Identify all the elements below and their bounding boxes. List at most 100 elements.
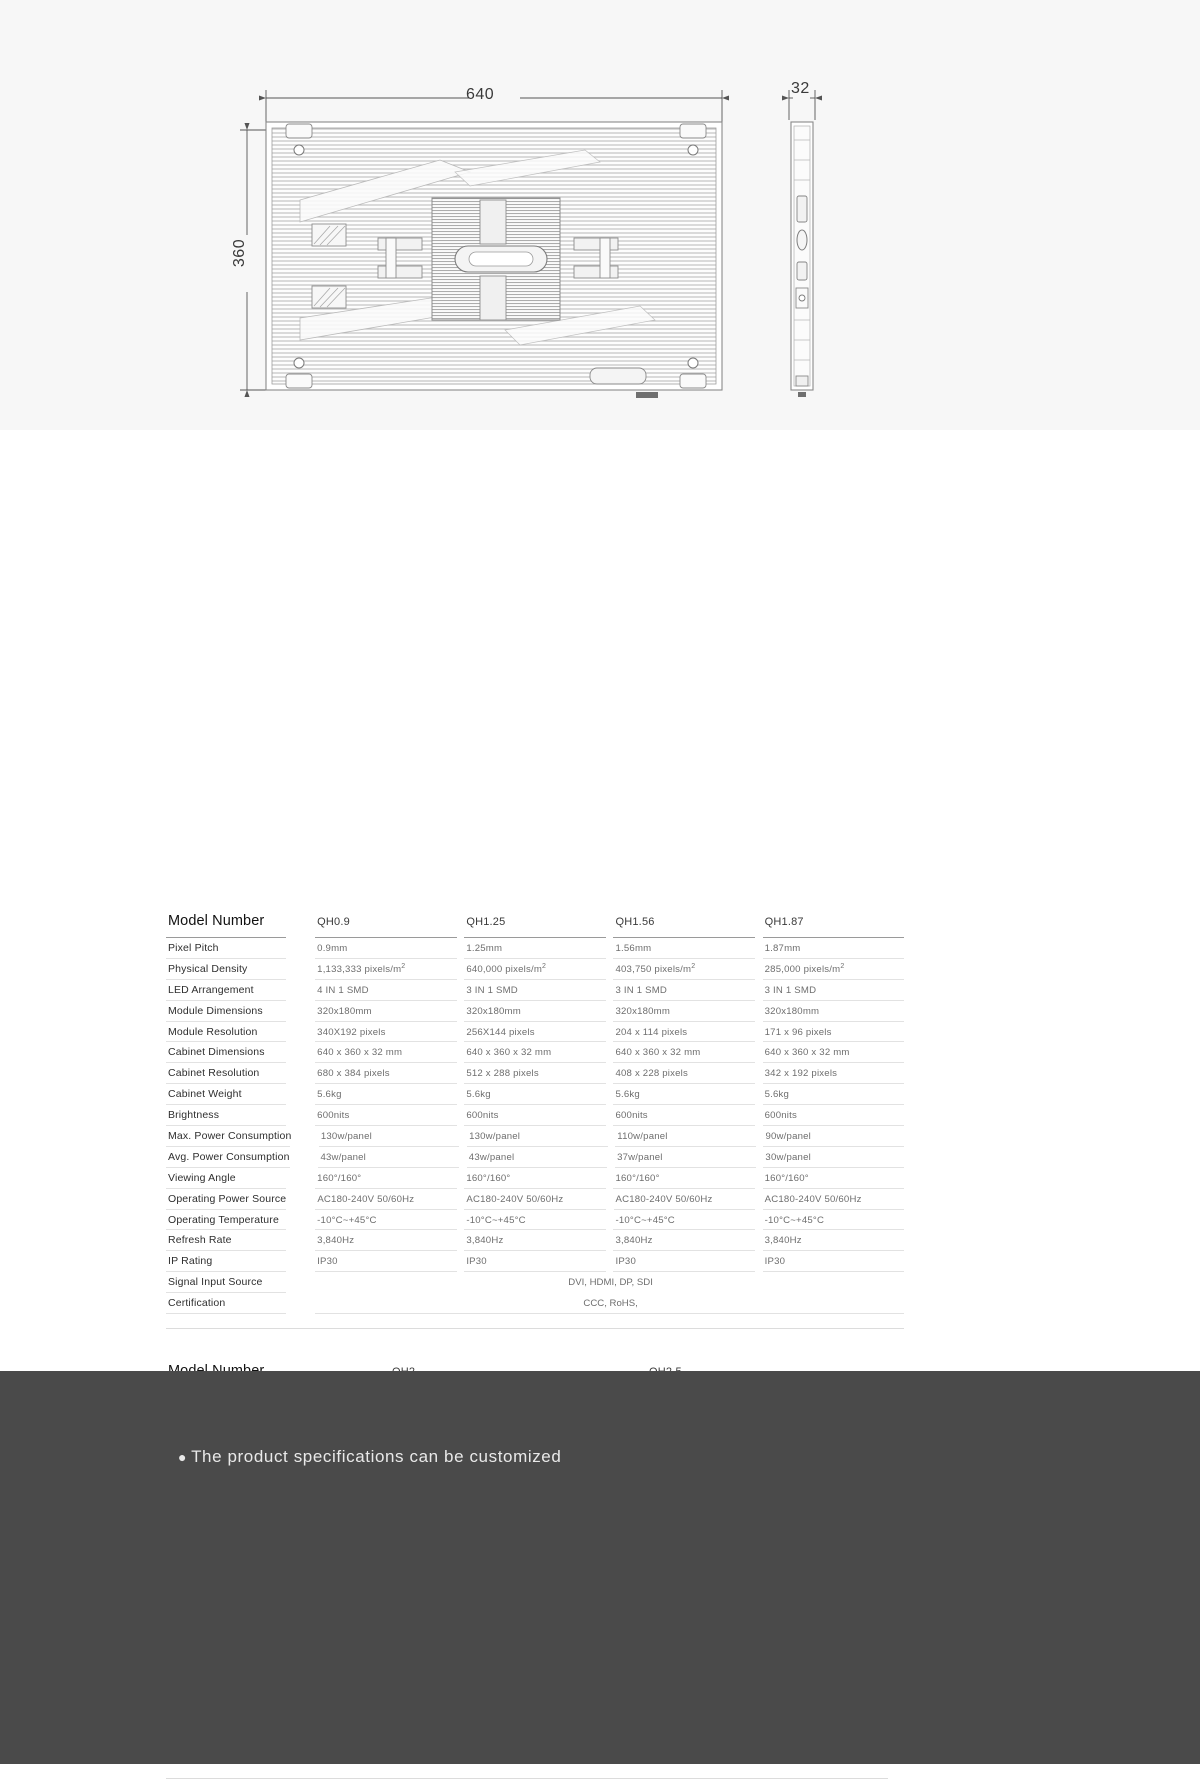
- row-value: -10°C~+45°C: [466, 1214, 526, 1226]
- row-value: 600nits: [764, 1110, 797, 1122]
- row-label: IP Rating: [168, 1255, 213, 1268]
- table-row: Viewing Angle 160°/160° 160°/160° 160°/160°…: [166, 1168, 905, 1189]
- table-row: Physical Density 1,133,333 pixels/m2 640,0…: [166, 959, 905, 980]
- row-value: 640 x 360 x 32 mm: [317, 1047, 403, 1059]
- table-span-row: Signal Input Source DVI, HDMI, DP, SDI: [166, 1272, 904, 1294]
- table1-row-label-cell: Pixel Pitch: [166, 938, 287, 959]
- row-value-cell: 90w/panel: [763, 1126, 904, 1147]
- table-row: Module Resolution 340X192 pixels 256X144 p…: [166, 1022, 905, 1043]
- row-value: 320x180mm: [466, 1005, 521, 1017]
- table1-row-label-cell: IP Rating: [166, 1251, 287, 1273]
- row-value-cell: 1,133,333 pixels/m2: [315, 959, 457, 980]
- row-value: 640 x 360 x 32 mm: [466, 1047, 552, 1059]
- cabinet-drawing-svg: [240, 90, 823, 398]
- spec-table-group-1: Model Number QH0.9 QH1.25 QH1.56 QH1.87 Pixel…: [166, 912, 905, 1330]
- row-value: 3 IN 1 SMD: [615, 984, 668, 996]
- row-value-cell: 408 x 228 pixels: [613, 1063, 755, 1085]
- row-label: Physical Density: [168, 962, 248, 975]
- row-value-cell: 5.6kg: [464, 1084, 606, 1106]
- row-value-cell: 171 x 96 pixels: [762, 1022, 905, 1043]
- row-value: 600nits: [615, 1110, 648, 1122]
- table-row: Avg. Power Consumption 43w/panel 43w/panel…: [166, 1147, 905, 1168]
- row-value: 320x180mm: [317, 1005, 372, 1017]
- row-value: 4 IN 1 SMD: [317, 984, 369, 996]
- row-value: -10°C~+45°C: [615, 1214, 675, 1226]
- row-label: Brightness: [168, 1109, 220, 1122]
- row-value: 0.9mm: [317, 943, 348, 954]
- table1-row-label-cell: Physical Density: [166, 959, 287, 980]
- row-value-cell: 512 x 288 pixels: [464, 1063, 606, 1085]
- row-value-cell: 640 x 360 x 32 mm: [464, 1042, 606, 1064]
- row-value: 256X144 pixels: [466, 1026, 535, 1038]
- table-row: Pixel Pitch 0.9mm 1.25mm 1.56mm 1.87mm: [166, 938, 905, 959]
- row-value-cell: 5.6kg: [315, 1084, 457, 1106]
- drawing-canvas: 640 32 360: [0, 0, 1200, 430]
- row-value-cell: 160°/160°: [464, 1168, 606, 1189]
- table1-bottom-rule: [166, 1314, 904, 1330]
- table-row: Brightness 600nits 600nits 600nits 600nits: [166, 1105, 905, 1127]
- table1-model-name: QH1.87: [764, 916, 804, 928]
- row-value: 340X192 pixels: [317, 1026, 386, 1038]
- table1-header-label: Model Number: [168, 913, 265, 929]
- row-value-cell: IP30: [613, 1251, 755, 1273]
- row-value: 5.6kg: [466, 1089, 491, 1101]
- row-label: LED Arrangement: [168, 983, 254, 996]
- superscript: 2: [401, 962, 406, 970]
- row-value: 408 x 228 pixels: [615, 1068, 689, 1080]
- row-value: 680 x 384 pixels: [317, 1068, 390, 1080]
- row-value: 512 x 288 pixels: [466, 1068, 539, 1080]
- row-value-cell: 5.6kg: [613, 1084, 755, 1106]
- superscript: 2: [840, 962, 845, 970]
- row-value-cell: 3 IN 1 SMD: [762, 980, 905, 1001]
- row-label: Max. Power Consumption: [168, 1130, 292, 1143]
- row-value-cell: AC180-240V 50/60Hz: [464, 1189, 606, 1210]
- superscript: 2: [542, 962, 547, 970]
- row-value: AC180-240V 50/60Hz: [317, 1193, 415, 1205]
- row-label: Signal Input Source: [168, 1276, 263, 1289]
- row-label: Certification: [168, 1297, 226, 1310]
- table1-row-label-cell: Cabinet Dimensions: [166, 1042, 287, 1064]
- row-value: 403,750 pixels/m2: [615, 962, 696, 975]
- table-row: Cabinet Dimensions 640 x 360 x 32 mm 640 x…: [166, 1042, 905, 1064]
- table1-model-name: QH1.56: [615, 916, 655, 928]
- row-value: 285,000 pixels/m2: [764, 962, 845, 975]
- row-value-cell: 160°/160°: [315, 1168, 457, 1189]
- row-value: 43w/panel: [468, 1151, 515, 1163]
- table-row: Operating Power Source AC180-240V 50/60Hz…: [166, 1189, 904, 1210]
- row-value: IP30: [764, 1256, 786, 1268]
- row-value: 3 IN 1 SMD: [466, 984, 518, 996]
- row-value-cell: IP30: [464, 1251, 606, 1273]
- table1-row-label-cell: Module Dimensions: [166, 1001, 287, 1022]
- table1-row-label-cell: Refresh Rate: [166, 1230, 287, 1252]
- span-row-value: DVI, HDMI, DP, SDI: [568, 1277, 653, 1289]
- row-value-cell: 3,840Hz: [762, 1230, 905, 1252]
- row-value: 5.6kg: [317, 1089, 342, 1101]
- row-value: 43w/panel: [320, 1151, 367, 1163]
- row-value: 640,000 pixels/m2: [466, 962, 547, 975]
- table1-row-label-cell: Max. Power Consumption: [166, 1126, 292, 1147]
- row-value-cell: IP30: [315, 1251, 457, 1273]
- row-value-cell: 285,000 pixels/m2: [762, 959, 905, 980]
- table1-row-label-cell: Module Resolution: [166, 1022, 287, 1043]
- row-label: Refresh Rate: [168, 1234, 232, 1247]
- row-value-cell: 3 IN 1 SMD: [613, 980, 755, 1001]
- dimension-width-label: 640: [466, 86, 495, 103]
- row-value-cell: 320x180mm: [762, 1001, 905, 1022]
- span-row-value-cell: DVI, HDMI, DP, SDI: [315, 1272, 904, 1293]
- row-value-cell: 600nits: [464, 1105, 606, 1127]
- row-value-cell: 5.6kg: [762, 1084, 905, 1106]
- table1-model-name: QH1.25: [466, 916, 506, 928]
- row-value-cell: 340X192 pixels: [315, 1022, 457, 1043]
- row-value-cell: 30w/panel: [763, 1147, 905, 1168]
- row-value: 171 x 96 pixels: [764, 1026, 832, 1038]
- row-value-cell: AC180-240V 50/60Hz: [613, 1189, 755, 1210]
- table1-model-header-3: QH1.87: [762, 912, 905, 938]
- table-row: Operating Temperature -10°C~+45°C -10°C~+4…: [166, 1210, 905, 1231]
- table-row: Module Dimensions 320x180mm 320x180mm 320x1…: [166, 1001, 905, 1022]
- row-value-cell: 0.9mm: [315, 938, 457, 959]
- row-value: 3,840Hz: [764, 1235, 802, 1247]
- row-value-cell: 204 x 114 pixels: [613, 1022, 755, 1043]
- row-label: Avg. Power Consumption: [168, 1150, 290, 1163]
- row-value: 37w/panel: [617, 1151, 663, 1163]
- row-value: 204 x 114 pixels: [615, 1026, 688, 1038]
